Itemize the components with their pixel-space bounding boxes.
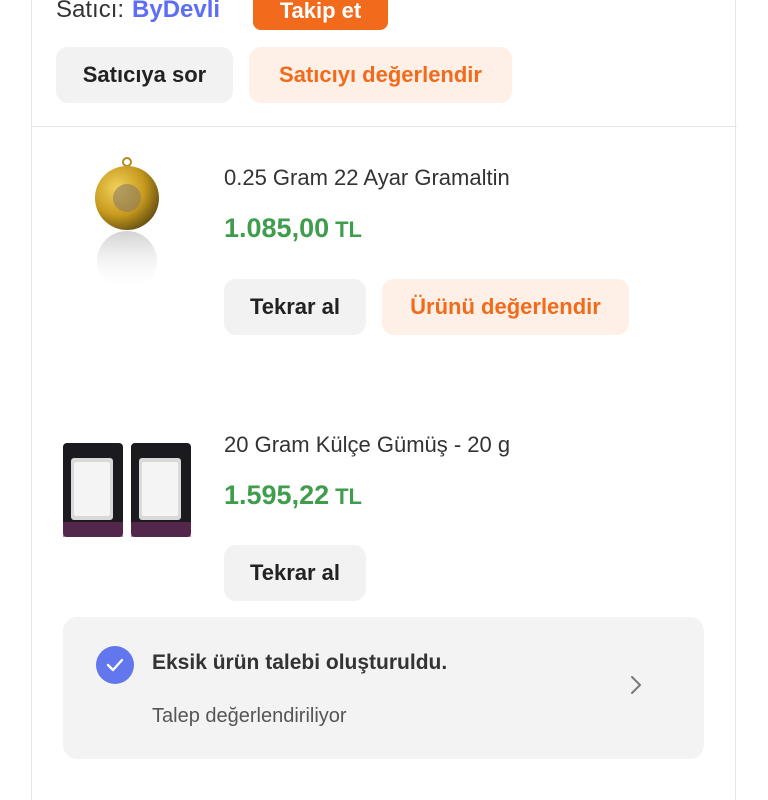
gold-coin-image[interactable] (92, 156, 162, 291)
rate-product-button[interactable]: Ürünü değerlendir (382, 279, 629, 335)
request-status: Talep değerlendiriliyor (152, 705, 347, 727)
silver-bar-image[interactable] (62, 440, 194, 540)
check-icon (96, 646, 134, 684)
price-value: 1.085,00 (224, 213, 330, 243)
request-title: Eksik ürün talebi oluşturuldu. (152, 651, 448, 674)
seller-line: Satıcı: ByDevli (56, 0, 220, 30)
missing-item-request-card[interactable] (63, 617, 704, 759)
product-price: 1.085,00 TL (224, 213, 362, 244)
price-currency: TL (335, 217, 362, 242)
price-currency: TL (335, 484, 362, 509)
ask-seller-button[interactable]: Satıcıya sor (56, 47, 233, 103)
follow-button[interactable]: Takip et (253, 0, 388, 30)
buy-again-button[interactable]: Tekrar al (224, 279, 366, 335)
product-price: 1.595,22 TL (224, 480, 362, 511)
rate-seller-button[interactable]: Satıcıyı değerlendir (249, 47, 512, 103)
price-value: 1.595,22 (224, 480, 330, 510)
buy-again-button[interactable]: Tekrar al (224, 545, 366, 601)
chevron-right-icon[interactable] (626, 672, 646, 698)
product-title[interactable]: 0.25 Gram 22 Ayar Gramaltin (224, 165, 510, 191)
seller-prefix: Satıcı: (56, 0, 125, 23)
seller-name-link[interactable]: ByDevli (132, 0, 220, 24)
divider (31, 126, 737, 127)
product-title[interactable]: 20 Gram Külçe Gümüş - 20 g (224, 432, 510, 458)
